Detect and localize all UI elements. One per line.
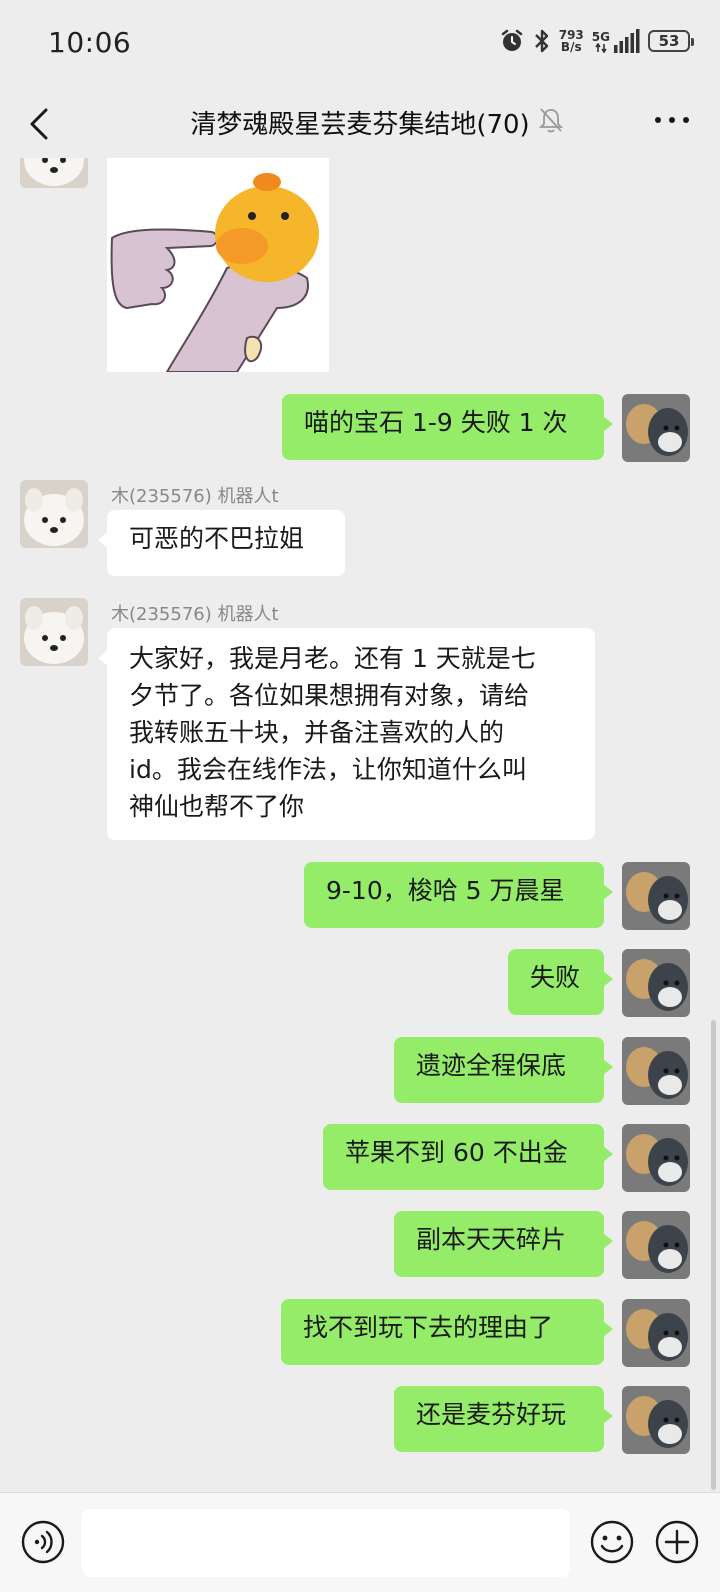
signal-label: 5G [591,30,610,44]
message-bubble-me[interactable]: 找不到玩下去的理由了 [281,1299,613,1365]
avatar-other[interactable] [20,480,88,548]
message-text: 可恶的不巴拉姐 [129,524,305,553]
mute-bell-icon [538,108,564,133]
sender-name: 木(235576) 机器人t [111,486,279,507]
message-bubble-me[interactable]: 喵的宝石 1-9 失败 1 次 [282,394,613,460]
message-bubble-me[interactable]: 苹果不到 60 不出金 [323,1124,613,1190]
message-bubble-me[interactable]: 失败 [508,949,613,1015]
message-line: id。我会在线作法，让你知道什么叫 [129,755,527,784]
status-bar: 10:06 793 B/s 5G 53 [0,0,720,90]
message-text: 副本天天碎片 [416,1225,567,1254]
signal-bars-icon [614,29,640,53]
message-text: 喵的宝石 1-9 失败 1 次 [304,408,568,437]
message-bubble-other[interactable]: 可恶的不巴拉姐 [98,510,345,576]
avatar-me[interactable] [622,862,690,930]
message-bubble-me[interactable]: 副本天天碎片 [394,1211,613,1277]
title-wrap: 清梦魂殿星芸麦芬集结地(70) [0,104,720,141]
message-line: 大家好，我是月老。还有 1 天就是七 [129,644,536,673]
message-bubble-me[interactable]: 9-10，梭哈 5 万晨星 [304,862,613,928]
avatar-me[interactable] [622,949,690,1017]
avatar-other[interactable] [20,158,88,188]
more-options-icon[interactable] [650,108,694,132]
scrollbar[interactable] [711,1020,716,1490]
avatar-me[interactable] [622,1386,690,1454]
battery-indicator: 53 [648,30,694,52]
message-bubble-me[interactable]: 遗迹全程保底 [394,1037,613,1103]
sender-name: 木(235576) 机器人t [111,604,279,625]
message-text: 遗迹全程保底 [416,1051,567,1080]
data-arrows-icon [595,43,607,53]
avatar-me[interactable] [622,1124,690,1192]
message-text: 还是麦芬好玩 [416,1400,567,1429]
message-list[interactable]: 喵的宝石 1-9 失败 1 次 木(235576) 机器人t 可恶的不巴拉姐 木… [0,158,720,1492]
bluetooth-icon [534,29,548,53]
message-text: 找不到玩下去的理由了 [303,1313,554,1342]
chat-title[interactable]: 清梦魂殿星芸麦芬集结地(70) [190,110,529,140]
network-speed-unit: B/s [560,40,582,54]
message-line: 我转账五十块，并备注喜欢的人的 [129,718,505,747]
voice-input-icon[interactable] [20,1519,66,1565]
cellular-signal: 5G [592,29,640,53]
alarm-icon [501,29,522,51]
avatar-me[interactable] [622,1037,690,1105]
message-bubble-me[interactable]: 还是麦芬好玩 [394,1386,613,1452]
chat-header: 清梦魂殿星芸麦芬集结地(70) [0,90,720,158]
message-text: 失败 [530,963,581,992]
status-icons: 793 B/s 5G 53 [499,28,694,54]
sticker-image[interactable] [107,158,329,372]
avatar-me[interactable] [622,1211,690,1279]
message-text: 9-10，梭哈 5 万晨星 [326,876,565,905]
avatar-me[interactable] [622,394,690,462]
avatar-other[interactable] [20,598,88,666]
message-line: 神仙也帮不了你 [129,792,305,821]
message-bubble-other[interactable]: 大家好，我是月老。还有 1 天就是七 夕节了。各位如果想拥有对象，请给 我转账五… [98,628,595,840]
message-text: 苹果不到 60 不出金 [345,1138,568,1167]
status-time: 10:06 [48,26,132,59]
emoji-icon[interactable] [589,1519,635,1565]
message-input[interactable] [82,1509,570,1577]
plus-icon[interactable] [654,1519,700,1565]
input-bar [0,1492,720,1592]
network-speed: 793 B/s [559,29,584,53]
avatar-me[interactable] [622,1299,690,1367]
message-line: 夕节了。各位如果想拥有对象，请给 [129,681,530,710]
